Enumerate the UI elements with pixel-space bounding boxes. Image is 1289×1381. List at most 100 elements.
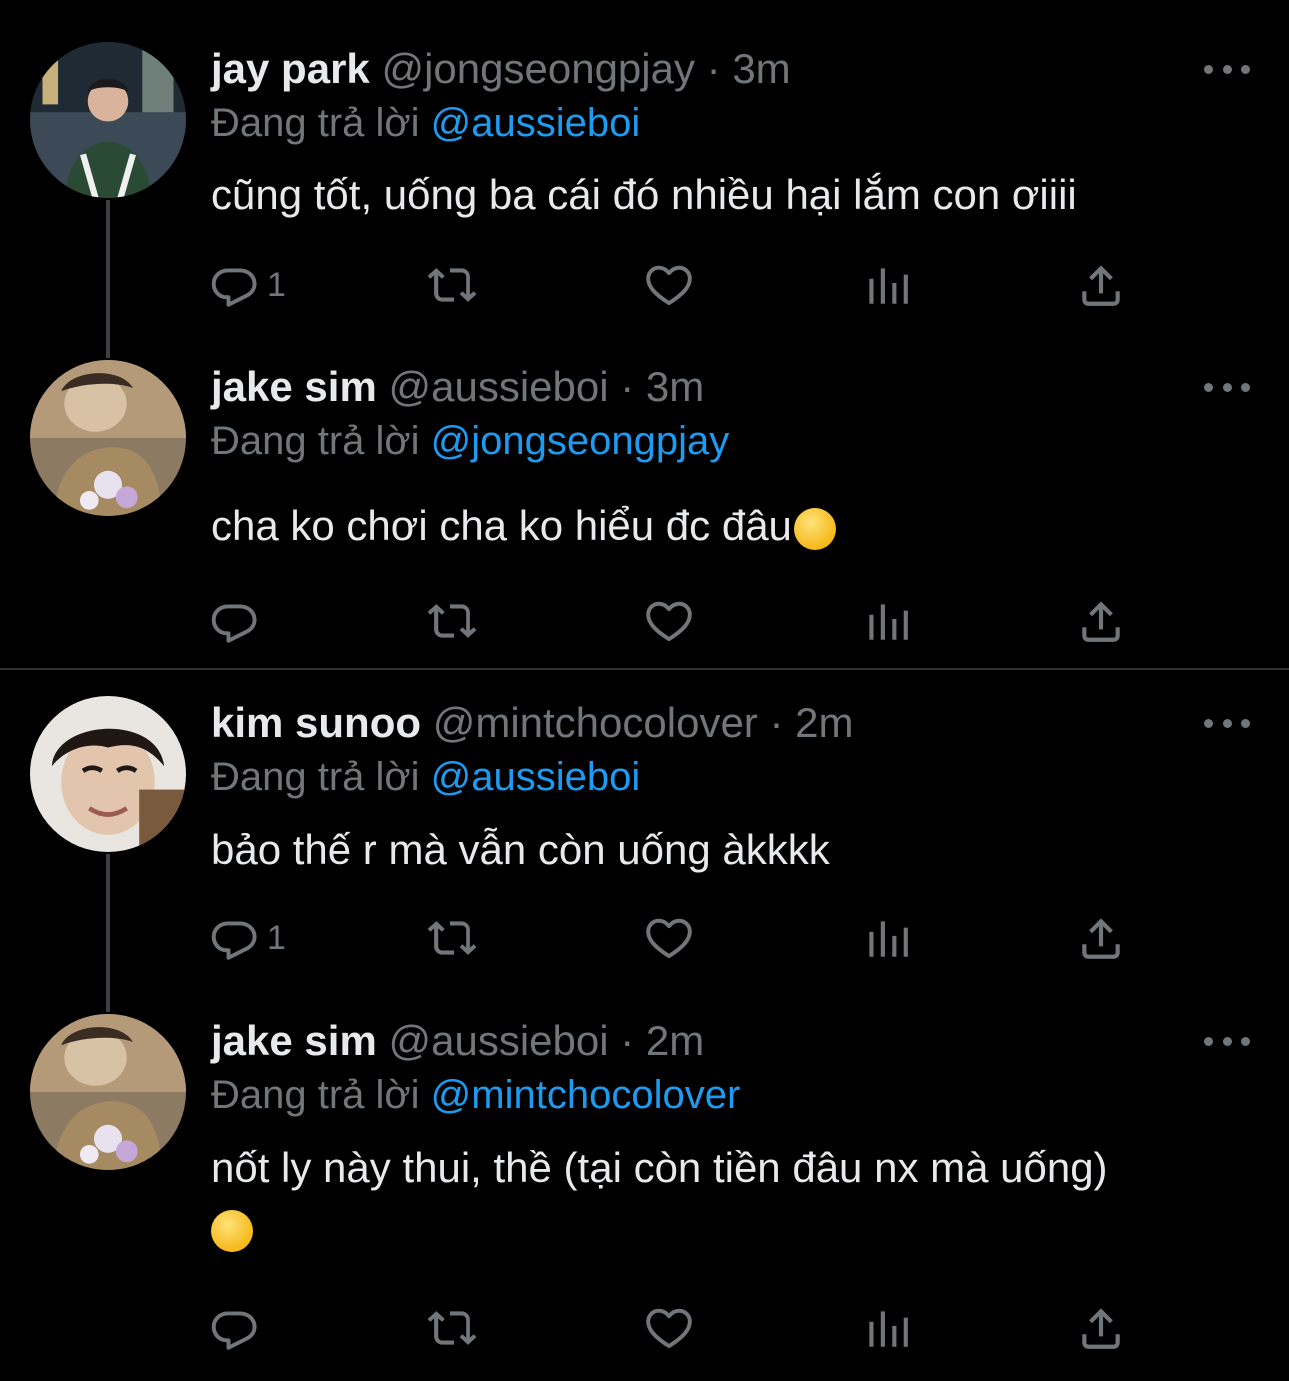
timestamp[interactable]: 3m xyxy=(646,363,704,410)
handle[interactable]: @mintchocolover xyxy=(433,699,758,746)
retweet-button[interactable] xyxy=(427,913,477,963)
display-name[interactable]: jake sim xyxy=(211,1017,377,1064)
replying-label: Đang trả lời xyxy=(211,755,420,799)
tweet[interactable]: kim sunoo @mintchocolover · 2m Đang trả … xyxy=(0,670,1289,1000)
tweet-header: jay park @jongseongpjay · 3m xyxy=(211,44,791,94)
analytics-button[interactable] xyxy=(861,596,911,646)
retweet-button[interactable] xyxy=(427,596,477,646)
tweet[interactable]: jay park @jongseongpjay · 3m Đang trả lờ… xyxy=(0,0,1289,340)
timestamp[interactable]: 3m xyxy=(732,45,790,92)
tweet[interactable]: jake sim @aussieboi · 3m Đang trả lời @j… xyxy=(0,340,1289,668)
like-icon xyxy=(644,260,694,310)
share-icon xyxy=(1076,596,1126,646)
action-bar: 1 xyxy=(211,260,1141,310)
analytics-button[interactable] xyxy=(861,913,911,963)
like-icon xyxy=(644,596,694,646)
retweet-icon xyxy=(427,913,477,963)
avatar[interactable] xyxy=(30,696,186,852)
replying-to: Đang trả lời @aussieboi xyxy=(211,98,640,148)
tweet[interactable]: jake sim @aussieboi · 2m Đang trả lời @m… xyxy=(0,1000,1289,1381)
analytics-icon xyxy=(861,260,911,310)
reply-button[interactable] xyxy=(211,596,261,646)
replying-to: Đang trả lời @jongseongpjay xyxy=(211,416,729,466)
share-button[interactable] xyxy=(1076,1303,1126,1353)
share-button[interactable] xyxy=(1076,260,1126,310)
action-bar: 1 xyxy=(211,913,1141,963)
reply-button[interactable]: 1 xyxy=(211,913,286,963)
timestamp[interactable]: 2m xyxy=(795,699,853,746)
share-icon xyxy=(1076,260,1126,310)
tweet-text-content: cũng tốt, uống ba cái đó nhiều hại lắm c… xyxy=(211,171,1077,218)
tweet-header: jake sim @aussieboi · 2m xyxy=(211,1016,704,1066)
analytics-button[interactable] xyxy=(861,1303,911,1353)
reply-button[interactable]: 1 xyxy=(211,260,286,310)
avatar[interactable] xyxy=(30,42,186,198)
share-icon xyxy=(1076,1303,1126,1353)
retweet-icon xyxy=(427,596,477,646)
reply-count: 1 xyxy=(267,265,286,304)
tweet-header: kim sunoo @mintchocolover · 2m xyxy=(211,698,854,748)
smiling-face-emoji xyxy=(211,1209,253,1252)
mention-link[interactable]: @jongseongpjay xyxy=(431,419,730,463)
analytics-icon xyxy=(861,1303,911,1353)
share-button[interactable] xyxy=(1076,913,1126,963)
analytics-icon xyxy=(861,913,911,963)
tweet-text-content: bảo thế r mà vẫn còn uống àkkkk xyxy=(211,826,830,873)
display-name[interactable]: jake sim xyxy=(211,363,377,410)
like-icon xyxy=(644,913,694,963)
replying-label: Đang trả lời xyxy=(211,101,420,145)
action-bar xyxy=(211,1303,1141,1353)
retweet-icon xyxy=(427,260,477,310)
reply-icon xyxy=(211,1303,261,1353)
replying-to: Đang trả lời @aussieboi xyxy=(211,752,640,802)
tweet-text: nốt ly này thui, thề (tại còn tiền đâu n… xyxy=(211,1138,1251,1258)
tweet-header: jake sim @aussieboi · 3m xyxy=(211,362,704,412)
like-button[interactable] xyxy=(644,596,694,646)
reply-count: 1 xyxy=(267,918,286,957)
mention-link[interactable]: @mintchocolover xyxy=(431,1073,741,1117)
replying-label: Đang trả lời xyxy=(211,419,420,463)
share-icon xyxy=(1076,913,1126,963)
separator-dot: · xyxy=(706,45,721,92)
like-button[interactable] xyxy=(644,1303,694,1353)
handle[interactable]: @jongseongpjay xyxy=(381,45,695,92)
separator-dot: · xyxy=(769,699,784,746)
more-icon[interactable] xyxy=(1204,713,1250,733)
separator-dot: · xyxy=(620,1017,635,1064)
analytics-icon xyxy=(861,596,911,646)
mention-link[interactable]: @aussieboi xyxy=(431,101,641,145)
reply-button[interactable] xyxy=(211,1303,261,1353)
handle[interactable]: @aussieboi xyxy=(388,1017,608,1064)
timestamp[interactable]: 2m xyxy=(646,1017,704,1064)
share-button[interactable] xyxy=(1076,596,1126,646)
tweet-text-content: cha ko chơi cha ko hiểu đc đâu xyxy=(211,502,792,549)
like-button[interactable] xyxy=(644,260,694,310)
more-icon[interactable] xyxy=(1204,377,1250,397)
replying-to: Đang trả lời @mintchocolover xyxy=(211,1070,740,1120)
loudly-crying-face-emoji xyxy=(793,507,836,550)
action-bar xyxy=(211,596,1141,646)
retweet-button[interactable] xyxy=(427,260,477,310)
separator-dot: · xyxy=(620,363,635,410)
display-name[interactable]: kim sunoo xyxy=(211,699,421,746)
reply-icon xyxy=(211,913,261,963)
avatar[interactable] xyxy=(30,1014,186,1170)
like-button[interactable] xyxy=(644,913,694,963)
more-icon[interactable] xyxy=(1204,59,1250,79)
replying-label: Đang trả lời xyxy=(211,1073,420,1117)
tweet-text-content: nốt ly này thui, thề (tại còn tiền đâu n… xyxy=(211,1144,1108,1191)
handle[interactable]: @aussieboi xyxy=(388,363,608,410)
tweet-text: cha ko chơi cha ko hiểu đc đâu xyxy=(211,496,1251,556)
retweet-button[interactable] xyxy=(427,1303,477,1353)
tweet-text: bảo thế r mà vẫn còn uống àkkkk xyxy=(211,820,1251,880)
mention-link[interactable]: @aussieboi xyxy=(431,755,641,799)
analytics-button[interactable] xyxy=(861,260,911,310)
reply-icon xyxy=(211,596,261,646)
more-icon[interactable] xyxy=(1204,1031,1250,1051)
like-icon xyxy=(644,1303,694,1353)
avatar[interactable] xyxy=(30,360,186,516)
display-name[interactable]: jay park xyxy=(211,45,370,92)
tweet-text: cũng tốt, uống ba cái đó nhiều hại lắm c… xyxy=(211,165,1251,225)
reply-icon xyxy=(211,260,261,310)
retweet-icon xyxy=(427,1303,477,1353)
